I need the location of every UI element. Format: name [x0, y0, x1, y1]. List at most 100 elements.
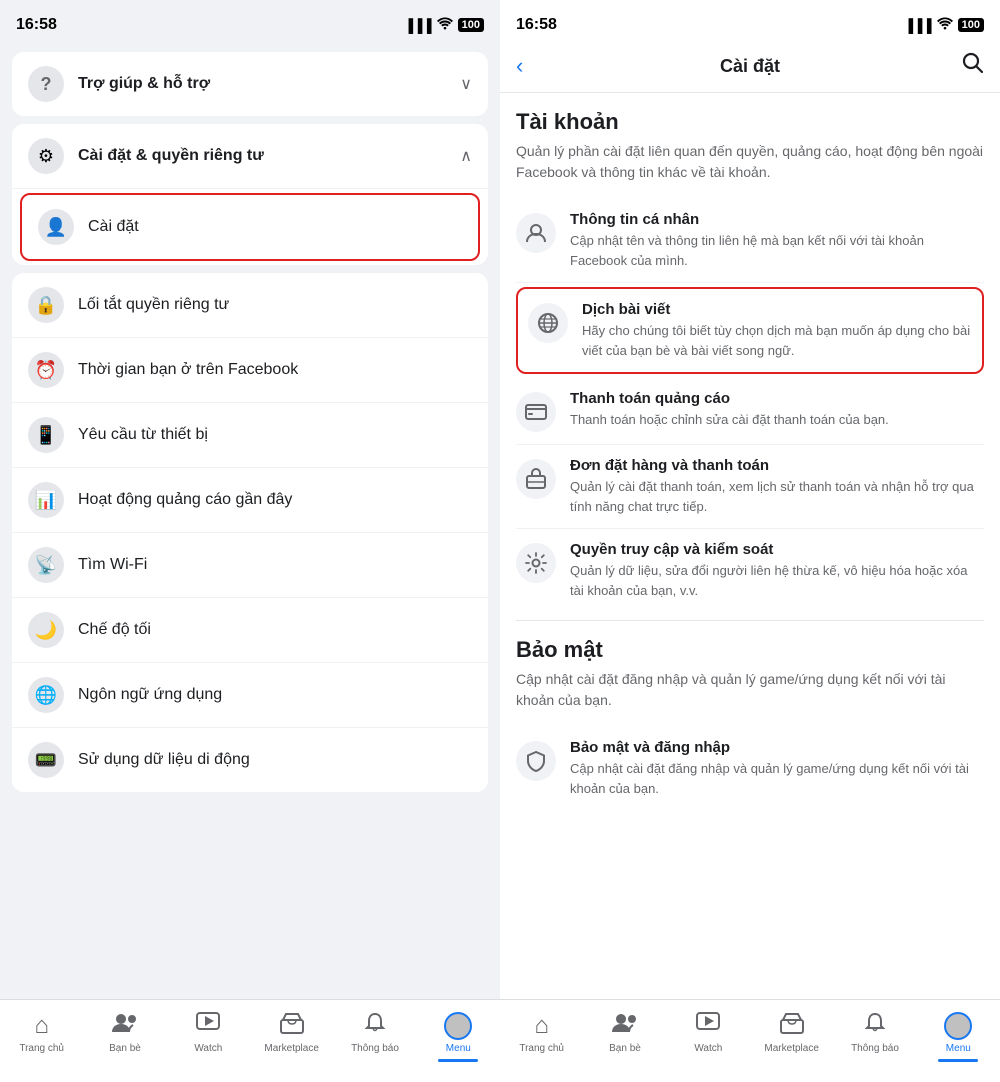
time-left: 16:58: [16, 16, 57, 34]
nav-label-trang-chu-right: Trang chủ: [519, 1043, 564, 1054]
right-scroll-area[interactable]: Tài khoản Quản lý phần cài đặt liên quan…: [500, 93, 1000, 999]
menu-item-hoat-dong[interactable]: 📊 Hoạt động quảng cáo gần đây: [12, 468, 488, 533]
help-section[interactable]: ? Trợ giúp & hỗ trợ ∨: [12, 52, 488, 116]
bottom-nav-right: ⌂ Trang chủ Bạn bè Watch: [500, 999, 1000, 1082]
bottom-nav-left: ⌂ Trang chủ Bạn bè Watch: [0, 999, 500, 1082]
settings-section: ⚙ Cài đặt & quyền riêng tư ∧ 👤 Cài đặt: [12, 124, 488, 265]
box-icon: [516, 459, 556, 499]
menu-item-che-do[interactable]: 🌙 Chế độ tối: [12, 598, 488, 663]
cai-dat-item[interactable]: 👤 Cài đặt: [20, 193, 480, 261]
bell-icon-left: [364, 1012, 386, 1040]
settings-chevron: ∧: [460, 146, 472, 166]
thong-tin-item[interactable]: Thông tin cá nhân Cập nhật tên và thông …: [516, 199, 984, 283]
nav-ban-be-left[interactable]: Bạn bè: [83, 1008, 166, 1058]
watch-icon-right: [696, 1012, 720, 1040]
tai-khoan-title: Tài khoản: [516, 109, 984, 135]
nav-indicator-right: [938, 1059, 978, 1062]
nav-thong-bao-left[interactable]: Thông báo: [333, 1008, 416, 1058]
nav-marketplace-left[interactable]: Marketplace: [250, 1008, 333, 1058]
header-title: Cài đặt: [720, 56, 780, 77]
menu-item-thoi-gian[interactable]: ⏰ Thời gian bạn ở trên Facebook: [12, 338, 488, 403]
gear-access-icon: [516, 543, 556, 583]
wifi-icon-right: [937, 17, 953, 33]
menu-item-yeu-cau[interactable]: 📱 Yêu cầu từ thiết bị: [12, 403, 488, 468]
thong-tin-title: Thông tin cá nhân: [570, 211, 984, 228]
menu-avatar-left: [444, 1012, 472, 1040]
cai-dat-icon: 👤: [38, 209, 74, 245]
back-button[interactable]: ‹: [516, 53, 556, 79]
quyen-truy-item[interactable]: Quyền truy cập và kiểm soát Quản lý dữ l…: [516, 529, 984, 612]
watch-icon-left: [196, 1012, 220, 1040]
thanh-toan-qc-desc: Thanh toán hoặc chỉnh sửa cài đặt thanh …: [570, 410, 984, 430]
nav-menu-right[interactable]: Menu: [917, 1008, 1000, 1066]
bao-mat-item[interactable]: Bảo mật và đăng nhập Cập nhật cài đặt đă…: [516, 727, 984, 810]
menu-item-loi-tat[interactable]: 🔒 Lối tắt quyền riêng tư: [12, 273, 488, 338]
nav-label-thong-bao-left: Thông báo: [351, 1043, 399, 1054]
loi-tat-label: Lối tắt quyền riêng tư: [78, 296, 472, 314]
status-bar-right: 16:58 ▐▐▐ 100: [500, 0, 1000, 44]
home-icon-left: ⌂: [34, 1012, 49, 1040]
section-divider: [516, 620, 984, 621]
dich-bai-title: Dịch bài viết: [582, 301, 972, 318]
globe-translate-icon: [528, 303, 568, 343]
status-bar-left: 16:58 ▐▐▐ 100: [0, 0, 500, 44]
status-icons-right: ▐▐▐ 100: [904, 17, 984, 33]
nav-label-trang-chu-left: Trang chủ: [19, 1043, 64, 1054]
wifi-icon: 📡: [28, 547, 64, 583]
right-header: ‹ Cài đặt: [500, 44, 1000, 93]
nav-label-thong-bao-right: Thông báo: [851, 1043, 899, 1054]
tai-khoan-section: Tài khoản Quản lý phần cài đặt liên quan…: [516, 109, 984, 612]
time-right: 16:58: [516, 16, 557, 34]
dich-bai-content: Dịch bài viết Hãy cho chúng tôi biết tùy…: [582, 301, 972, 360]
moon-icon: 🌙: [28, 612, 64, 648]
nav-ban-be-right[interactable]: Bạn bè: [583, 1008, 666, 1058]
marketplace-icon-right: [780, 1012, 804, 1040]
bell-icon-right: [864, 1012, 886, 1040]
nav-watch-right[interactable]: Watch: [667, 1008, 750, 1058]
quyen-truy-title: Quyền truy cập và kiểm soát: [570, 541, 984, 558]
nav-trang-chu-left[interactable]: ⌂ Trang chủ: [0, 1008, 83, 1058]
marketplace-icon-left: [280, 1012, 304, 1040]
thanh-toan-qc-title: Thanh toán quảng cáo: [570, 390, 984, 407]
menu-avatar-right: [944, 1012, 972, 1040]
nav-label-menu-right: Menu: [946, 1043, 971, 1054]
menu-items-section: 🔒 Lối tắt quyền riêng tư ⏰ Thời gian bạn…: [12, 273, 488, 792]
hoat-dong-label: Hoạt động quảng cáo gần đây: [78, 491, 472, 509]
lock-icon: 🔒: [28, 287, 64, 323]
clock-icon: ⏰: [28, 352, 64, 388]
status-icons-left: ▐▐▐ 100: [404, 17, 484, 33]
menu-item-su-dung[interactable]: 📟 Sử dụng dữ liệu di động: [12, 728, 488, 792]
nav-thong-bao-right[interactable]: Thông báo: [833, 1008, 916, 1058]
thanh-toan-qc-item[interactable]: Thanh toán quảng cáo Thanh toán hoặc chỉ…: [516, 378, 984, 445]
nav-label-ban-be-right: Bạn bè: [609, 1043, 641, 1054]
credit-card-icon: [516, 392, 556, 432]
left-scroll-area[interactable]: ? Trợ giúp & hỗ trợ ∨ ⚙ Cài đặt & quyền …: [0, 44, 500, 999]
nav-watch-left[interactable]: Watch: [167, 1008, 250, 1058]
search-button[interactable]: [944, 52, 984, 80]
help-text: Trợ giúp & hỗ trợ: [78, 75, 446, 93]
bao-mat-desc: Cập nhật cài đặt đăng nhập và quản lý ga…: [516, 669, 984, 711]
settings-header-text: Cài đặt & quyền riêng tư: [78, 147, 446, 165]
dich-bai-desc: Hãy cho chúng tôi biết tùy chọn dịch mà …: [582, 321, 972, 360]
friends-icon-left: [112, 1012, 138, 1040]
nav-trang-chu-right[interactable]: ⌂ Trang chủ: [500, 1008, 583, 1058]
menu-item-ngon-ngu[interactable]: 🌐 Ngôn ngữ ứng dụng: [12, 663, 488, 728]
nav-menu-left[interactable]: Menu: [417, 1008, 500, 1066]
wifi-icon-left: [437, 17, 453, 33]
bao-mat-item-title: Bảo mật và đăng nhập: [570, 739, 984, 756]
settings-header-row[interactable]: ⚙ Cài đặt & quyền riêng tư ∧: [12, 124, 488, 189]
don-dat-item[interactable]: Đơn đặt hàng và thanh toán Quản lý cài đ…: [516, 445, 984, 529]
ngon-ngu-label: Ngôn ngữ ứng dụng: [78, 686, 472, 704]
phone-icon: 📱: [28, 417, 64, 453]
don-dat-content: Đơn đặt hàng và thanh toán Quản lý cài đ…: [570, 457, 984, 516]
dich-bai-item[interactable]: Dịch bài viết Hãy cho chúng tôi biết tùy…: [516, 287, 984, 374]
nav-label-marketplace-left: Marketplace: [264, 1043, 318, 1054]
su-dung-label: Sử dụng dữ liệu di động: [78, 751, 472, 769]
nav-marketplace-right[interactable]: Marketplace: [750, 1008, 833, 1058]
shield-icon: [516, 741, 556, 781]
menu-item-wifi[interactable]: 📡 Tìm Wi-Fi: [12, 533, 488, 598]
thong-tin-content: Thông tin cá nhân Cập nhật tên và thông …: [570, 211, 984, 270]
bao-mat-section: Bảo mật Cập nhật cài đặt đăng nhập và qu…: [516, 637, 984, 810]
nav-label-watch-right: Watch: [694, 1043, 722, 1054]
wifi-label: Tìm Wi-Fi: [78, 556, 472, 574]
